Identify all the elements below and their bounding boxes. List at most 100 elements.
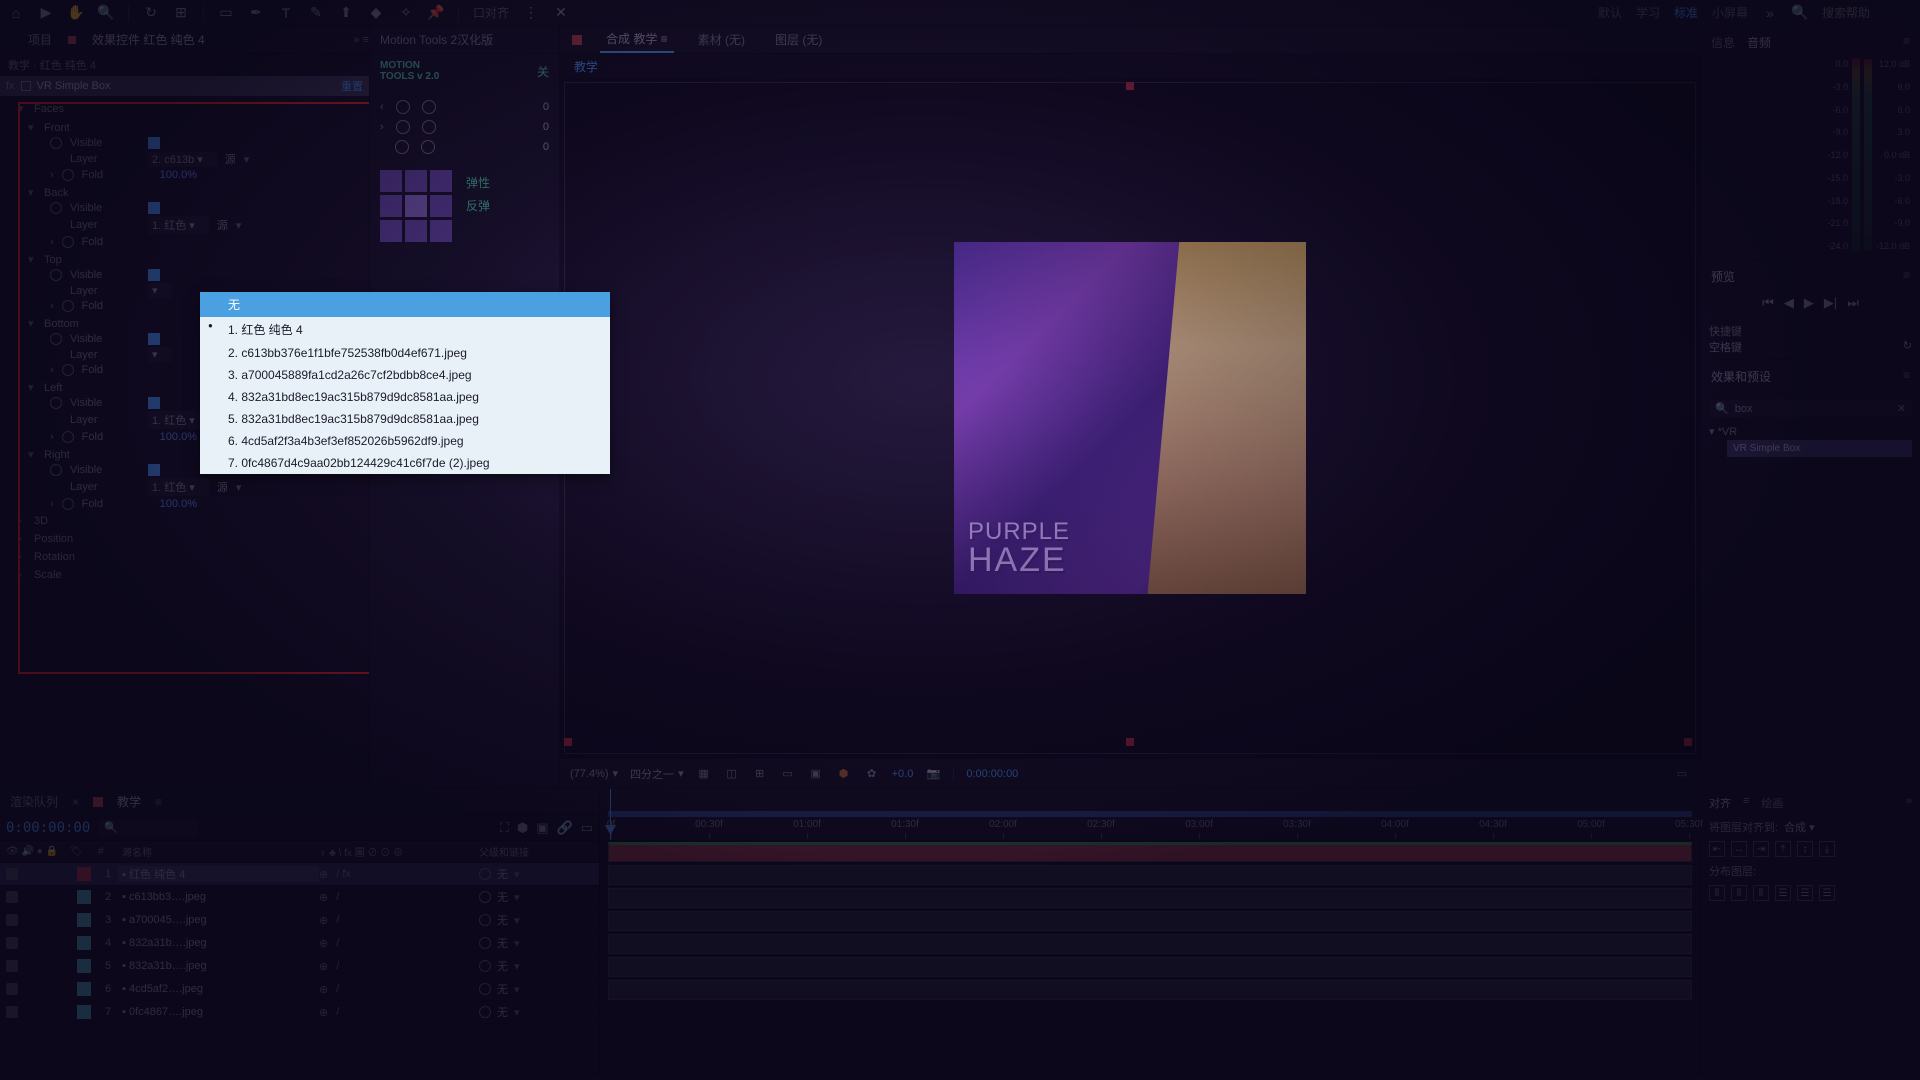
prop-fold[interactable]: ›Fold100.0% xyxy=(28,168,363,182)
exposure-icon[interactable]: ✿ xyxy=(864,766,880,782)
view-layout-icon[interactable]: ▭ xyxy=(1674,766,1690,782)
selection-tool-icon[interactable]: ▶ xyxy=(38,5,54,21)
dropdown-item[interactable]: 2. c613bb376e1f1bfe752538fb0d4ef671.jpeg xyxy=(200,342,610,364)
stopwatch-icon[interactable] xyxy=(50,202,62,214)
stopwatch-icon[interactable] xyxy=(50,397,62,409)
workspace-more-icon[interactable]: » xyxy=(1762,5,1778,21)
current-time[interactable]: 0:00:00:00 xyxy=(6,820,90,836)
last-frame-icon[interactable]: ⏭ xyxy=(1847,295,1859,311)
transform-handle[interactable] xyxy=(1126,82,1134,90)
mt-elastic-label[interactable]: 弹性 xyxy=(466,174,498,191)
tab-info[interactable]: 信息 xyxy=(1711,34,1735,51)
stopwatch-icon[interactable] xyxy=(62,498,74,510)
visibility-toggle[interactable] xyxy=(6,868,18,880)
pickwhip-icon[interactable] xyxy=(479,868,491,880)
panel-menu-icon[interactable]: ≡ xyxy=(1903,34,1910,51)
tab-effect-controls[interactable]: 效果控件 红色 纯色 4 xyxy=(84,27,213,52)
layer-name[interactable]: ▪ 832a31b….jpeg xyxy=(118,937,319,949)
home-icon[interactable]: ⌂ xyxy=(8,5,24,21)
prop-rotation[interactable]: ›Rotation xyxy=(18,549,363,565)
text-tool-icon[interactable]: T xyxy=(278,5,294,21)
workspace-learn[interactable]: 学习 xyxy=(1636,4,1660,21)
effect-header[interactable]: fx VR Simple Box 重置 xyxy=(0,76,369,96)
effect-checkbox[interactable] xyxy=(21,81,31,91)
dropdown-item[interactable]: 3. a700045889fa1cd2a26c7cf2bdbb8ce4.jpeg xyxy=(200,364,610,386)
search-help-input[interactable] xyxy=(1822,6,1912,20)
tab-effects-presets[interactable]: 效果和预设 xyxy=(1711,368,1771,385)
layer-color-swatch[interactable] xyxy=(77,867,91,881)
tab-align[interactable]: 对齐 xyxy=(1709,795,1731,811)
tl-icon[interactable]: ⛶ xyxy=(500,820,509,836)
align-right-icon[interactable]: ⇥ xyxy=(1753,841,1769,857)
face-group-front[interactable]: ▾Front xyxy=(28,119,363,136)
hand-tool-icon[interactable]: ✋ xyxy=(68,5,84,21)
mt-knob-row-2[interactable]: ›0 xyxy=(380,120,549,134)
layer-duration-bar[interactable] xyxy=(608,842,1692,862)
knob-icon[interactable] xyxy=(422,100,436,114)
timeline-layer-row[interactable]: 4 ▪ 832a31b….jpeg ⊕/ 无▾ xyxy=(0,932,599,955)
prev-frame-icon[interactable]: ◀ xyxy=(1784,295,1794,311)
snap-opt-icon[interactable]: ⋮ xyxy=(523,5,539,21)
align-to-dropdown[interactable]: 合成 ▾ xyxy=(1784,819,1815,835)
anchor-grid[interactable] xyxy=(380,170,452,242)
layer-duration-bar[interactable] xyxy=(608,934,1692,954)
pickwhip-icon[interactable] xyxy=(479,1006,491,1018)
stopwatch-icon[interactable] xyxy=(50,269,62,281)
snap-toggle[interactable]: 口对齐 xyxy=(473,4,509,21)
prop-3d[interactable]: ›3D xyxy=(18,513,363,529)
prop-layer[interactable]: Layer1. 红色 ▾ 源 ▾ xyxy=(28,215,363,235)
layer-dropdown[interactable]: ▾ xyxy=(148,283,172,298)
col-source-name[interactable]: 源名称 xyxy=(118,844,319,859)
layer-picker-dropdown[interactable]: 无1. 红色 纯色 42. c613bb376e1f1bfe752538fb0d… xyxy=(200,292,610,474)
resolution-dropdown[interactable]: 四分之一 ▾ xyxy=(630,766,684,782)
layer-dropdown[interactable]: 1. 红色 ▾ xyxy=(148,216,209,234)
pickwhip-icon[interactable] xyxy=(479,937,491,949)
panel-menu-icon[interactable]: » ≡ xyxy=(353,34,369,46)
layer-dropdown[interactable]: ▾ xyxy=(148,347,172,362)
align-hcenter-icon[interactable]: ↔ xyxy=(1731,841,1747,857)
visibility-toggle[interactable] xyxy=(6,937,18,949)
comp-name[interactable]: 教学 xyxy=(560,54,1700,78)
visibility-toggle[interactable] xyxy=(6,914,18,926)
region-icon[interactable]: ⊞ xyxy=(752,766,768,782)
prop-visible[interactable]: Visible xyxy=(28,201,363,215)
pen-tool-icon[interactable]: ✒ xyxy=(248,5,264,21)
visibility-toggle[interactable] xyxy=(6,891,18,903)
mt-knob-row-3[interactable]: 0 xyxy=(380,140,549,154)
layer-duration-bar[interactable] xyxy=(608,980,1692,1000)
roto-tool-icon[interactable]: ✧ xyxy=(398,5,414,21)
knob-icon[interactable] xyxy=(422,120,436,134)
layer-name[interactable]: ▪ c613bb3….jpeg xyxy=(118,891,319,903)
guides-icon[interactable]: ▭ xyxy=(780,766,796,782)
checkbox[interactable] xyxy=(148,137,160,149)
stopwatch-icon[interactable] xyxy=(62,431,74,443)
camera-tool-icon[interactable]: ⊞ xyxy=(173,5,189,21)
mask-toggle-icon[interactable]: ◫ xyxy=(724,766,740,782)
layer-name[interactable]: ▪ 红色 纯色 4 xyxy=(118,866,319,882)
layer-duration-bar[interactable] xyxy=(608,911,1692,931)
shortcut-value[interactable]: 空格键 ↻ xyxy=(1709,339,1912,355)
align-bottom-icon[interactable]: ⤓ xyxy=(1819,841,1835,857)
snap-opt2-icon[interactable]: ✕ xyxy=(553,5,569,21)
effect-reset[interactable]: 重置 xyxy=(341,78,363,94)
parent-dropdown[interactable]: 无 xyxy=(497,935,508,951)
tab-paint[interactable]: 绘画 xyxy=(1761,795,1783,811)
visibility-toggle[interactable] xyxy=(6,983,18,995)
dropdown-item[interactable]: 6. 4cd5af2f3a4b3ef3ef852026b5962df9.jpeg xyxy=(200,430,610,452)
align-top-icon[interactable]: ⤒ xyxy=(1775,841,1791,857)
tab-audio[interactable]: 音频 xyxy=(1747,34,1771,51)
align-left-icon[interactable]: ⇤ xyxy=(1709,841,1725,857)
prop-fold[interactable]: ›Fold100.0% xyxy=(28,497,363,511)
dropdown-item[interactable]: 1. 红色 纯色 4 xyxy=(200,317,610,342)
layer-duration-bar[interactable] xyxy=(608,865,1692,885)
rect-tool-icon[interactable]: ▭ xyxy=(218,5,234,21)
checkbox[interactable] xyxy=(148,397,160,409)
tab-project[interactable]: 项目 xyxy=(20,27,60,52)
pickwhip-icon[interactable] xyxy=(479,914,491,926)
tab-render-queue[interactable]: 渲染队列 xyxy=(10,793,58,810)
checkbox[interactable] xyxy=(148,464,160,476)
knob-icon[interactable] xyxy=(395,140,409,154)
parent-dropdown[interactable]: 无 xyxy=(497,889,508,905)
layer-color-swatch[interactable] xyxy=(77,982,91,996)
timeline-search[interactable] xyxy=(98,820,198,836)
